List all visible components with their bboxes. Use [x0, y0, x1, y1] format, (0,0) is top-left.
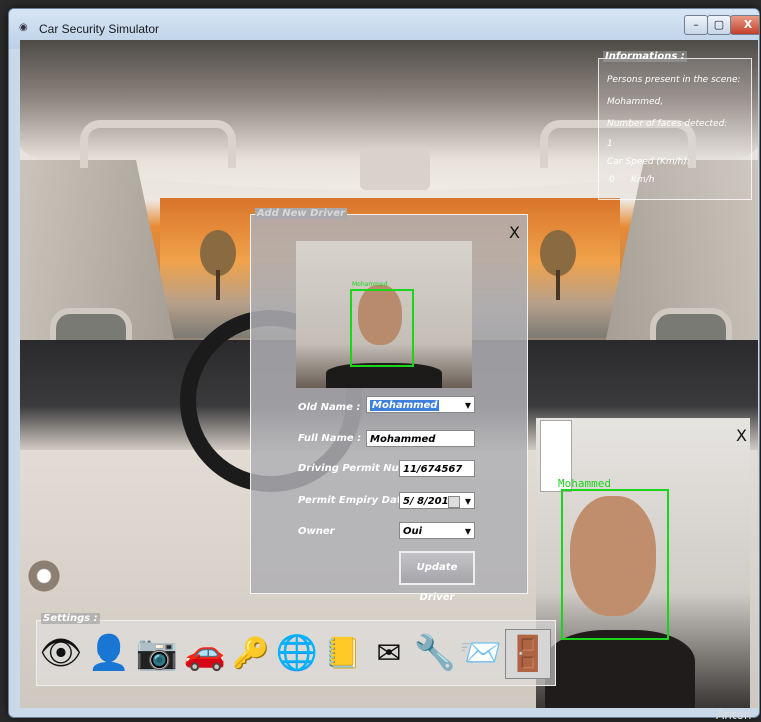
old-name-label: Old Name : — [298, 402, 361, 413]
dialog-title: Add New Driver — [255, 208, 347, 219]
car-app-icon: ◉ — [19, 22, 28, 33]
globe-icon[interactable]: 🌐 — [275, 629, 319, 677]
full-name-label: Full Name : — [298, 433, 362, 444]
face-detection-box — [350, 289, 414, 367]
map-envelope-icon[interactable]: ✉ — [367, 629, 411, 677]
close-button[interactable]: X — [730, 15, 759, 35]
full-name-input[interactable]: Mohammed — [366, 430, 475, 447]
minimize-button[interactable]: – — [684, 15, 708, 35]
camera-icon[interactable]: 📷 — [135, 629, 179, 677]
grab-handle-left — [80, 120, 236, 168]
eye-icon[interactable]: 👁 — [39, 629, 83, 677]
window-title: Car Security Simulator — [39, 22, 160, 36]
old-name-value: Mohammed — [370, 400, 440, 411]
faces-value: 1 — [607, 139, 613, 149]
camera-face-detection-box — [561, 489, 669, 640]
mail-lock-icon[interactable]: 📨 — [459, 629, 503, 677]
car-key-icon[interactable]: 🔑 — [232, 629, 269, 677]
tools-lock-icon[interactable]: 🔧 — [413, 629, 457, 677]
add-driver-dialog: Add New Driver X Mohammed Old Name : Moh… — [250, 208, 528, 603]
speed-label: Car Speed (Km/h): — [607, 157, 690, 167]
owner-value: Oui — [403, 526, 423, 537]
rearview-mirror — [360, 150, 430, 190]
faces-label: Number of faces detected: — [607, 119, 728, 129]
old-name-select[interactable]: Mohammed ▼ — [366, 396, 475, 413]
speed-unit: Km/h — [631, 175, 655, 185]
driver-icon[interactable]: 👤 — [87, 629, 131, 677]
informations-panel: Informations : Persons present in the sc… — [598, 51, 752, 200]
permit-expiry-datepicker[interactable]: 5/ 8/2013 ▼ — [399, 492, 475, 509]
owner-select[interactable]: Oui ▼ — [399, 522, 475, 539]
owner-label: Owner — [298, 526, 335, 537]
settings-toolbar: Settings : 👁 👤 📷 🚗 🔑 🌐 📒 ✉ 🔧 📨 🚪 — [36, 613, 556, 686]
camera-close-button[interactable]: X — [736, 426, 747, 445]
photo-face-label: Mohammed — [352, 281, 388, 288]
update-driver-button[interactable]: Update Driver — [399, 551, 475, 603]
sticky-notes-icon[interactable]: 📒 — [321, 629, 365, 677]
chevron-down-icon: ▼ — [464, 527, 471, 536]
dialog-close-button[interactable]: X — [509, 223, 520, 242]
camera-person-shirt — [545, 630, 695, 708]
persons-label: Persons present in the scene: — [607, 75, 741, 85]
tree-left — [200, 230, 236, 300]
calendar-icon[interactable] — [448, 496, 460, 508]
informations-title: Informations : — [603, 51, 687, 62]
chevron-down-icon: ▼ — [464, 401, 471, 410]
camera-face-label: Mohammed — [558, 477, 611, 490]
car-icon[interactable]: 🚗 — [183, 629, 227, 677]
persons-value: Mohammed, — [607, 97, 664, 107]
settings-title: Settings : — [41, 613, 100, 624]
gear-icon[interactable] — [26, 558, 62, 594]
speed-value: 0 — [609, 175, 615, 185]
maximize-button[interactable]: ▢ — [707, 15, 731, 35]
chevron-down-icon: ▼ — [464, 497, 471, 506]
driver-photo: Mohammed — [296, 241, 472, 388]
car-door-icon[interactable]: 🚪 — [505, 629, 551, 679]
tree-right — [540, 230, 576, 300]
permit-number-input[interactable]: 11/674567 — [399, 460, 475, 477]
corner-text: Anton — [716, 708, 752, 722]
